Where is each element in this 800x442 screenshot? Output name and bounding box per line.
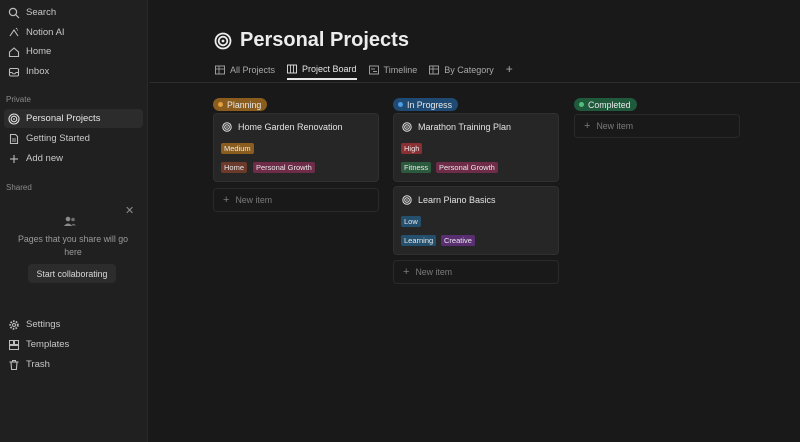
plus-icon: + [584, 120, 591, 132]
new-item-label: New item [415, 267, 453, 277]
sidebar-item-label: Templates [26, 339, 70, 350]
category-tag: Fitness [401, 162, 432, 173]
main-content: Personal Projects All Projects Project B… [149, 0, 800, 442]
target-icon [8, 112, 20, 125]
tab-timeline[interactable]: Timeline [368, 60, 418, 80]
category-tag: Personal Growth [253, 162, 315, 173]
card-title-row: Learn Piano Basics [402, 195, 496, 205]
plus-icon: + [403, 266, 410, 278]
add-view-button[interactable]: + [506, 60, 513, 82]
plus-icon [8, 153, 20, 165]
column-status-pill[interactable]: In Progress [393, 98, 458, 111]
column-status-pill[interactable]: Planning [213, 98, 268, 111]
card-title: Marathon Training Plan [418, 122, 512, 132]
private-section-label: Private [6, 95, 31, 104]
column-name: In Progress [407, 99, 452, 110]
sidebar-item-label: Add new [26, 153, 63, 164]
inbox-icon [8, 66, 20, 78]
sidebar-item-label: Getting Started [26, 133, 90, 144]
sidebar-item-add-new[interactable]: Add new [4, 149, 143, 168]
target-icon [222, 122, 232, 132]
page-icon [8, 133, 20, 145]
priority-tag: Low [401, 216, 421, 227]
new-item-label: New item [235, 195, 273, 205]
page-header: Personal Projects [214, 29, 409, 52]
board-card[interactable]: Learn Piano Basics Low Learning Creative [393, 186, 559, 255]
sidebar-item-label: Notion AI [26, 27, 65, 38]
sidebar-item-inbox[interactable]: Inbox [4, 62, 143, 81]
status-dot [579, 102, 584, 107]
view-tabs: All Projects Project Board Timeline By C… [215, 60, 513, 82]
trash-icon [8, 359, 20, 371]
tab-label: By Category [444, 65, 494, 75]
board-column-completed: Completed + New item [574, 94, 740, 138]
sidebar-item-notion-ai[interactable]: Notion AI [4, 23, 143, 42]
board-card[interactable]: Marathon Training Plan High Fitness Pers… [393, 113, 559, 182]
board-column-in-progress: In Progress Marathon Training Plan High … [393, 94, 559, 284]
category-tag: Creative [441, 235, 475, 246]
column-name: Completed [588, 99, 631, 110]
sidebar: Search Notion AI Home Inbox Private Pers… [0, 0, 148, 442]
tab-label: All Projects [230, 65, 276, 75]
tab-all-projects[interactable]: All Projects [215, 60, 275, 80]
board-column-planning: Planning Home Garden Renovation Medium H… [213, 94, 379, 212]
priority-tag: High [401, 143, 423, 154]
sidebar-item-label: Search [26, 7, 57, 18]
sidebar-item-personal-projects[interactable]: Personal Projects [4, 109, 143, 128]
share-placeholder: ✕ Pages that you share will go here Star… [0, 204, 148, 288]
gear-icon [8, 319, 20, 331]
close-icon[interactable]: ✕ [125, 204, 134, 217]
sidebar-item-label: Home [26, 46, 52, 57]
shared-section-label: Shared [6, 183, 32, 192]
card-title-row: Home Garden Renovation [222, 122, 343, 132]
priority-tag: Medium [221, 143, 254, 154]
sparkle-icon [8, 27, 20, 39]
category-tag: Home [221, 162, 248, 173]
sidebar-item-label: Inbox [26, 66, 50, 77]
sidebar-item-trash[interactable]: Trash [4, 355, 143, 374]
sidebar-item-templates[interactable]: Templates [4, 335, 143, 354]
sidebar-item-settings[interactable]: Settings [4, 315, 143, 334]
card-title: Learn Piano Basics [418, 195, 496, 205]
sidebar-item-label: Trash [26, 359, 50, 370]
timeline-icon [368, 65, 379, 75]
plus-icon: + [223, 194, 230, 206]
table-icon [215, 65, 225, 75]
card-title-row: Marathon Training Plan [402, 122, 511, 132]
sidebar-item-home[interactable]: Home [4, 42, 143, 61]
share-empty-text: Pages that you share will go here [17, 234, 129, 257]
board-card[interactable]: Home Garden Renovation Medium Home Perso… [213, 113, 379, 182]
status-dot [218, 102, 223, 107]
category-tag: Personal Growth [436, 162, 498, 173]
target-icon [402, 122, 412, 132]
new-item-button[interactable]: + New item [393, 260, 559, 284]
new-item-label: New item [596, 121, 634, 131]
table-icon [429, 65, 440, 75]
start-collaborating-button[interactable]: Start collaborating [28, 264, 116, 283]
people-icon [63, 214, 77, 228]
tab-by-category[interactable]: By Category [429, 60, 494, 80]
new-item-button[interactable]: + New item [213, 188, 379, 212]
sidebar-item-label: Personal Projects [26, 113, 101, 124]
templates-icon [8, 339, 20, 351]
new-item-button[interactable]: + New item [574, 114, 740, 138]
tab-label: Project Board [302, 64, 357, 74]
column-status-pill[interactable]: Completed [574, 98, 637, 111]
target-icon [214, 32, 232, 50]
sidebar-item-getting-started[interactable]: Getting Started [4, 129, 143, 148]
status-dot [398, 102, 403, 107]
search-icon [8, 7, 20, 19]
tab-label: Timeline [383, 65, 418, 75]
page-title: Personal Projects [240, 29, 409, 51]
tab-project-board[interactable]: Project Board [287, 60, 357, 80]
tabs-divider [149, 82, 800, 83]
column-name: Planning [227, 99, 262, 110]
sidebar-item-search[interactable]: Search [4, 3, 143, 22]
category-tag: Learning [401, 235, 437, 246]
card-title: Home Garden Renovation [238, 122, 343, 132]
target-icon [402, 195, 412, 205]
board-icon [287, 64, 297, 74]
sidebar-item-label: Settings [26, 319, 61, 330]
home-icon [8, 46, 20, 58]
